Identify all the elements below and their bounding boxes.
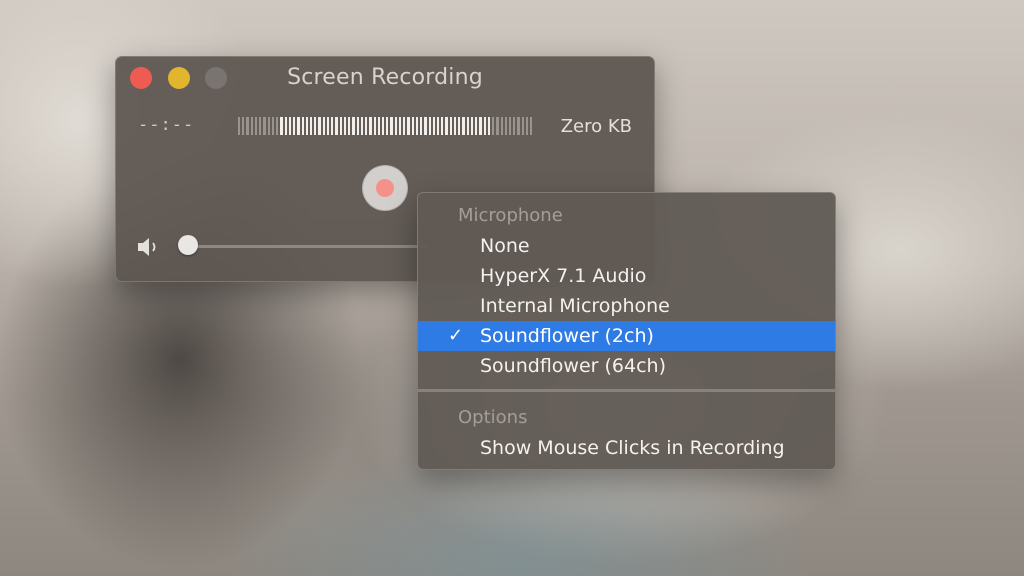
menu-item-soundflower-64ch[interactable]: Soundflower (64ch) [418, 351, 835, 381]
menu-separator [418, 389, 835, 392]
menu-item-internal-microphone[interactable]: Internal Microphone [418, 291, 835, 321]
menu-item-none[interactable]: None [418, 231, 835, 261]
menu-item-hyperx[interactable]: HyperX 7.1 Audio [418, 261, 835, 291]
menu-item-soundflower-2ch[interactable]: ✓ Soundflower (2ch) [418, 321, 835, 351]
menu-item-label: Show Mouse Clicks in Recording [480, 437, 785, 459]
volume-slider-track[interactable] [188, 245, 428, 248]
record-button[interactable] [362, 165, 408, 211]
menu-item-show-mouse-clicks[interactable]: Show Mouse Clicks in Recording [418, 433, 835, 463]
audio-level-meter [238, 117, 533, 135]
menu-item-label: Internal Microphone [480, 295, 670, 317]
menu-item-label: Soundflower (64ch) [480, 355, 666, 377]
menu-item-label: None [480, 235, 530, 257]
menu-header-options: Options [458, 407, 528, 428]
file-size: Zero KB [560, 116, 632, 137]
window-title: Screen Recording [287, 65, 483, 90]
speaker-icon [138, 238, 156, 256]
options-menu: Microphone None HyperX 7.1 Audio Interna… [417, 192, 836, 470]
recording-time: --:-- [138, 115, 195, 135]
menu-header-microphone: Microphone [458, 205, 563, 226]
menu-item-label: Soundflower (2ch) [480, 325, 654, 347]
checkmark-icon: ✓ [448, 325, 464, 346]
record-icon [376, 179, 394, 197]
menu-item-label: HyperX 7.1 Audio [480, 265, 647, 287]
volume-slider-knob[interactable] [178, 235, 198, 255]
